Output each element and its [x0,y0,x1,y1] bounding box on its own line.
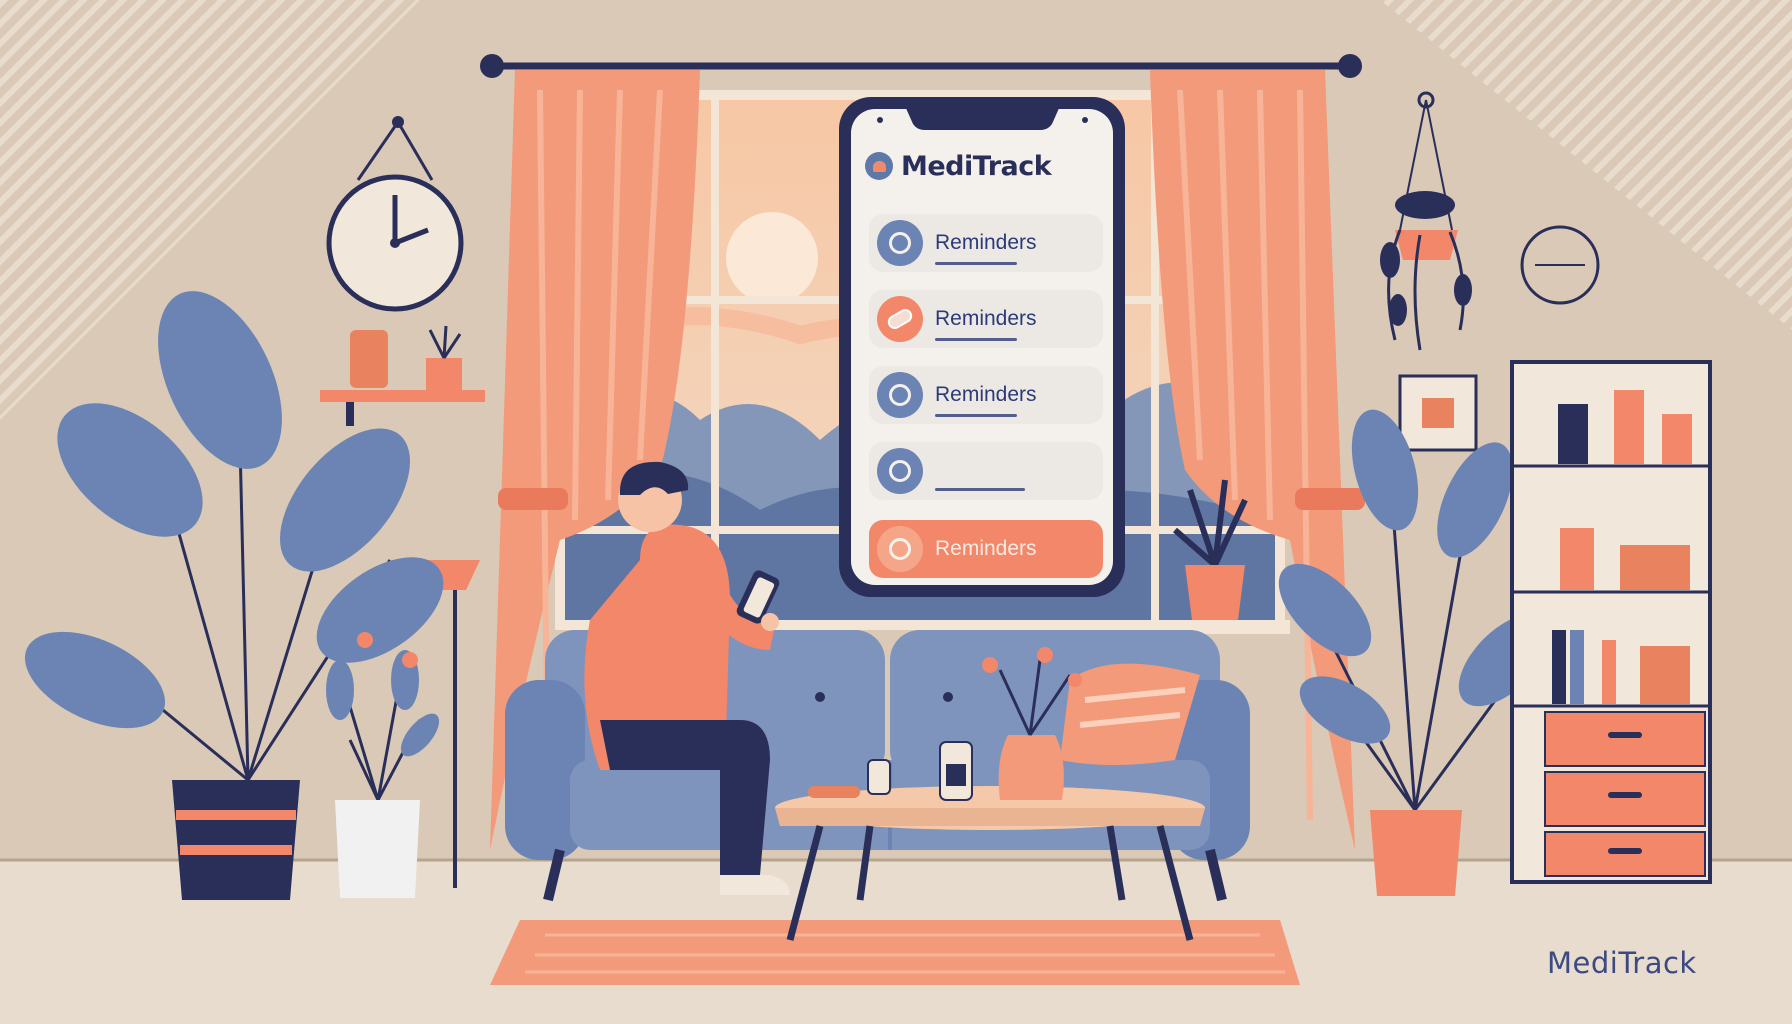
heart-logo-icon [865,152,893,180]
at-icon [877,448,923,494]
brand-watermark: MediTrack [1547,946,1697,980]
rug [490,920,1300,985]
reminder-label-3: Reminders [935,383,1037,417]
pill-box-icon [877,526,923,572]
reminder-label-5: Reminders [935,537,1037,560]
app-title: MediTrack [901,150,1052,182]
living-room-scene: MediTrack Reminders Reminders Reminders … [0,0,1792,1024]
reminder-label-2: Reminders [935,307,1037,341]
phone-screen: MediTrack Reminders Reminders Reminders … [851,128,1113,582]
reminder-label-1: Reminders [935,231,1037,265]
app-header: MediTrack [865,144,1052,188]
reminder-row-2[interactable]: Reminders [869,290,1103,348]
reminder-row-4[interactable] [869,442,1103,500]
bookshelf [1510,360,1712,884]
reminder-row-5[interactable]: Reminders [869,520,1103,578]
heart-icon [877,372,923,418]
heart-pin-icon [877,220,923,266]
pill-icon [877,296,923,342]
reminder-label-4 [935,461,1045,491]
reminder-row-1[interactable]: Reminders [869,214,1103,272]
reminder-row-3[interactable]: Reminders [869,366,1103,424]
